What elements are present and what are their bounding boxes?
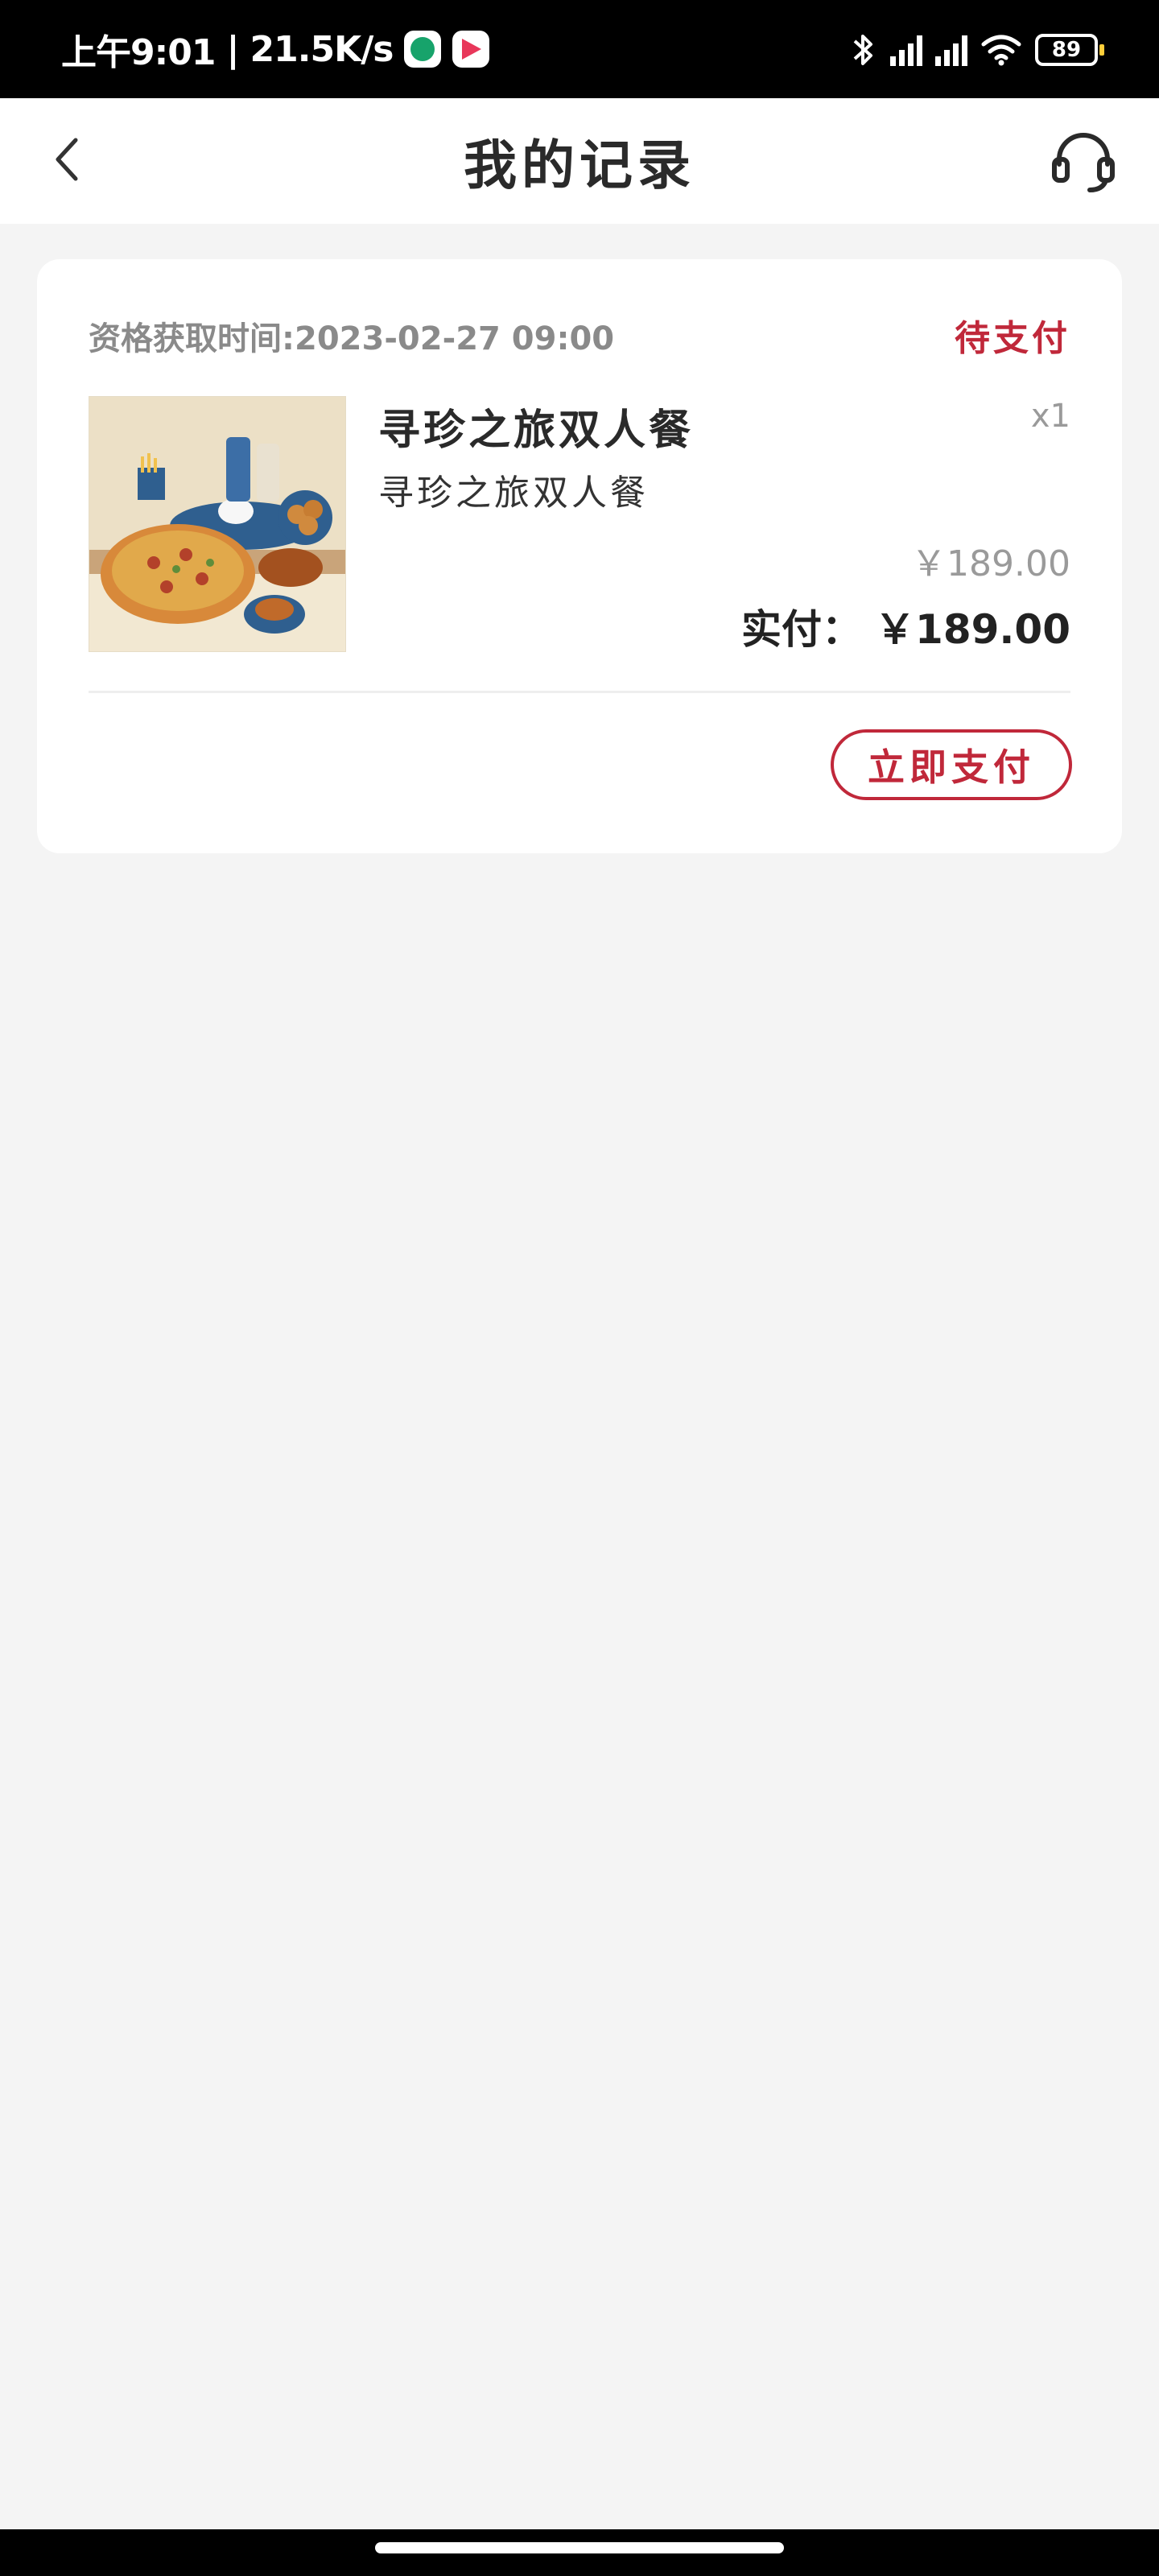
headset-icon (1052, 133, 1115, 192)
product-image[interactable] (89, 396, 346, 652)
status-bar: 上午9:01 | 21.5K/s 89 (0, 0, 1159, 98)
chevron-left-icon (56, 138, 78, 181)
home-indicator[interactable] (375, 2542, 784, 2553)
hd-signal-icon (935, 34, 967, 66)
wifi-icon (981, 35, 1021, 66)
page-header: 我的记录 (0, 98, 1159, 224)
card-divider (89, 691, 1070, 693)
red-app-icon (452, 31, 490, 68)
customer-service-button[interactable] (1046, 124, 1120, 198)
acquire-time-value: 2023-02-27 09:00 (295, 320, 615, 357)
status-left: 上午9:01 | 21.5K/s (61, 23, 490, 76)
original-price: ￥189.00 (911, 543, 1070, 584)
hd-signal-icon (890, 34, 922, 66)
quantity: x1 (1030, 398, 1070, 435)
network-speed: 21.5K/s (250, 28, 394, 70)
product-subtitle: 寻珍之旅双人餐 (378, 473, 649, 514)
acquire-time: 资格获取时间:2023-02-27 09:00 (89, 312, 614, 359)
battery-icon: 89 (1035, 34, 1104, 66)
battery-level: 89 (1051, 38, 1082, 62)
bluetooth-icon (853, 35, 872, 65)
pay-now-button[interactable]: 立即支付 (831, 729, 1072, 800)
paid-amount: ￥189.00 (875, 606, 1070, 653)
status-right: 89 (848, 29, 1104, 71)
meal-illustration (89, 397, 345, 651)
back-button[interactable] (35, 127, 100, 192)
green-app-icon (404, 31, 442, 68)
page-title: 我的记录 (464, 134, 695, 196)
paid-amount-row: 实付： ￥189.00 (741, 597, 1070, 655)
status-time: 上午9:01 (61, 32, 216, 73)
paid-label: 实付： (741, 606, 863, 653)
status-separator: | (226, 28, 239, 70)
record-card[interactable]: 资格获取时间:2023-02-27 09:00 待支付 寻珍之旅双人餐 寻珍之旅… (37, 259, 1122, 853)
product-name: 寻珍之旅双人餐 (378, 407, 695, 455)
status-badge: 待支付 (955, 318, 1070, 359)
system-nav-bar (0, 2529, 1159, 2576)
acquire-time-label: 资格获取时间: (89, 320, 295, 357)
